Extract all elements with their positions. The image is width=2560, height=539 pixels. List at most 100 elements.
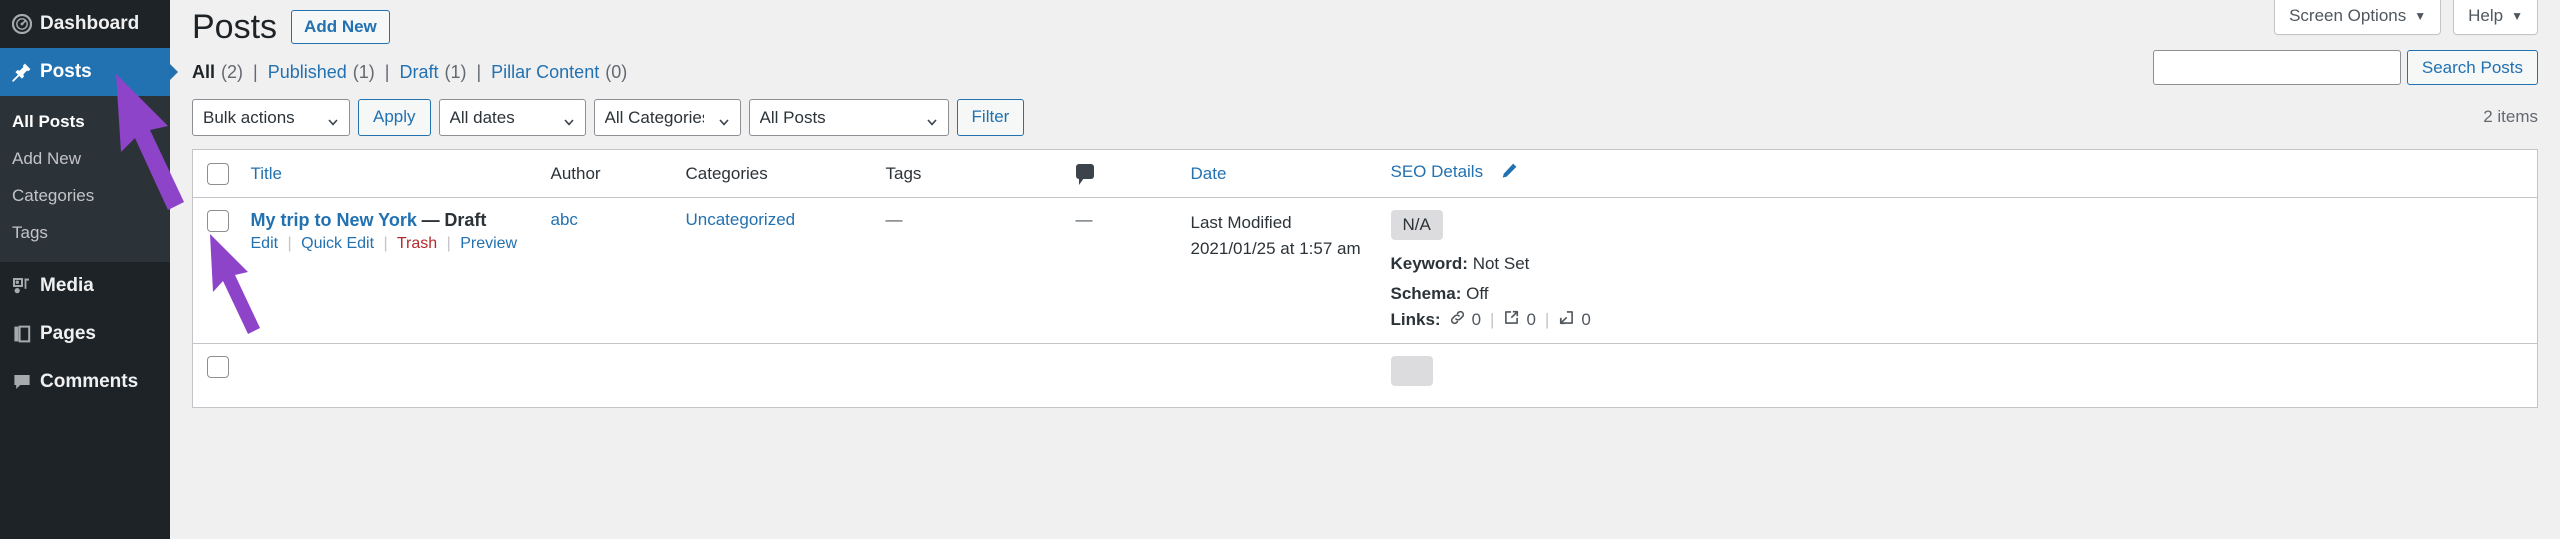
- row-tags-cell: —: [875, 197, 1066, 344]
- screen-meta-links: Screen Options ▼ Help ▼: [2274, 0, 2538, 35]
- screen-options-label: Screen Options: [2289, 6, 2407, 25]
- separator: |: [476, 62, 482, 82]
- select-all-checkbox[interactable]: [207, 162, 229, 185]
- row-tags-cell: [875, 343, 1066, 408]
- row-action-trash[interactable]: Trash: [397, 235, 437, 252]
- column-date: Date: [1180, 149, 1381, 198]
- separator: |: [384, 62, 390, 82]
- column-title-sort-link[interactable]: Title: [251, 164, 283, 183]
- page-header: Posts Add New: [192, 0, 2538, 48]
- status-link-count: (2): [221, 62, 244, 82]
- status-link-all: All (2) |: [192, 62, 268, 83]
- comments-icon: [12, 372, 40, 392]
- status-link-published: Published (1) |: [268, 62, 400, 83]
- post-type-filter-select[interactable]: All Posts: [748, 98, 949, 136]
- help-label: Help: [2468, 6, 2504, 25]
- inbound-links-stat: 0: [1558, 309, 1591, 331]
- status-link-label[interactable]: All: [192, 62, 215, 83]
- row-select-cell: [192, 197, 241, 344]
- status-link-pillar-content: Pillar Content (0): [491, 62, 627, 83]
- separator: |: [1490, 309, 1495, 329]
- chevron-down-icon: ▼: [2511, 9, 2523, 23]
- row-title-cell: My trip to New York — Draft Edit | Quick…: [240, 197, 541, 344]
- external-links-count: 0: [1526, 309, 1536, 329]
- status-link-label[interactable]: Pillar Content: [491, 62, 599, 83]
- sidebar-item-label: Pages: [40, 322, 96, 344]
- sidebar-item-dashboard[interactable]: Dashboard: [0, 0, 170, 48]
- column-date-sort-link[interactable]: Date: [1191, 164, 1227, 183]
- column-tags: Tags: [875, 149, 1066, 198]
- sidebar-item-media[interactable]: Media: [0, 262, 170, 310]
- row-action-preview[interactable]: Preview: [460, 235, 517, 252]
- add-new-button[interactable]: Add New: [291, 9, 390, 45]
- post-state: Draft: [444, 210, 487, 230]
- dashboard-icon: [12, 14, 40, 34]
- sidebar-item-label: Comments: [40, 370, 139, 392]
- seo-keyword-value: Not Set: [1472, 254, 1530, 273]
- row-categories-cell: Uncategorized: [675, 197, 876, 344]
- row-title-cell: [240, 343, 541, 408]
- date-filter-select[interactable]: All dates: [438, 98, 586, 136]
- row-action-edit[interactable]: Edit: [251, 235, 279, 252]
- status-link-count: (1): [444, 62, 467, 82]
- chevron-down-icon: ▼: [2414, 9, 2427, 23]
- main-content: Screen Options ▼ Help ▼ Posts Add New Al…: [116, 0, 2560, 539]
- seo-links-line: Links: 0 | 0 | 0: [1391, 309, 2528, 331]
- column-comments: [1065, 149, 1181, 198]
- admin-sidebar: Dashboard Posts All Posts Add New Catego…: [0, 0, 178, 539]
- internal-links-count: 0: [1471, 309, 1482, 329]
- table-row: [192, 343, 2538, 408]
- category-link[interactable]: Uncategorized: [686, 210, 796, 229]
- media-icon: [12, 276, 40, 296]
- row-checkbox[interactable]: [207, 355, 229, 378]
- link-chain-icon: [1449, 309, 1466, 331]
- date-value: 2021/01/25 at 1:57 am: [1190, 238, 1361, 258]
- bulk-actions-select[interactable]: Bulk actions: [192, 98, 350, 136]
- author-link[interactable]: abc: [551, 210, 578, 229]
- separator: |: [1544, 309, 1550, 329]
- status-link-draft: Draft (1) |: [399, 62, 491, 83]
- inbound-link-icon: [1558, 309, 1575, 331]
- screen-options-button[interactable]: Screen Options ▼: [2274, 0, 2442, 35]
- filter-button[interactable]: Filter: [956, 98, 1025, 136]
- sidebar-item-posts[interactable]: Posts: [0, 48, 178, 96]
- sidebar-item-label: Posts: [40, 61, 92, 82]
- sidebar-item-pages[interactable]: Pages: [0, 310, 170, 358]
- posts-table-body: My trip to New York — Draft Edit | Quick…: [192, 197, 2538, 408]
- category-filter-wrap: All Categories: [593, 98, 741, 136]
- column-categories: Categories: [675, 149, 876, 198]
- apply-button[interactable]: Apply: [358, 98, 431, 136]
- column-select-all: [192, 149, 241, 198]
- search-input[interactable]: [2152, 50, 2401, 85]
- submenu-item-add-new[interactable]: Add New: [0, 141, 170, 178]
- post-title-link[interactable]: My trip to New York: [251, 210, 417, 230]
- sidebar-item-comments[interactable]: Comments: [0, 358, 170, 406]
- posts-table: Title Author Categories Tags Date SEO De…: [192, 149, 2538, 408]
- seo-score-badge: N/A: [1390, 210, 1443, 240]
- category-filter-select[interactable]: All Categories: [593, 98, 741, 136]
- table-navigation-top: Bulk actions Apply All dates All Categor…: [192, 97, 2538, 137]
- posts-submenu: All Posts Add New Categories Tags: [0, 96, 170, 262]
- post-state-separator: —: [421, 210, 440, 230]
- search-posts-button[interactable]: Search Posts: [2406, 50, 2538, 85]
- submenu-item-all-posts[interactable]: All Posts: [0, 104, 170, 141]
- row-checkbox[interactable]: [207, 210, 229, 232]
- pencil-icon[interactable]: [1500, 162, 1518, 185]
- external-link-icon: [1503, 309, 1520, 331]
- status-link-label[interactable]: Draft: [399, 62, 438, 83]
- seo-links-label: Links:: [1390, 309, 1441, 329]
- column-title: Title: [240, 149, 541, 198]
- help-button[interactable]: Help ▼: [2453, 0, 2538, 35]
- row-comments-cell: —: [1065, 197, 1181, 344]
- row-categories-cell: [675, 343, 876, 408]
- row-action-quick-edit[interactable]: Quick Edit: [301, 235, 374, 252]
- submenu-item-categories[interactable]: Categories: [0, 178, 170, 215]
- row-comments-cell: [1065, 343, 1181, 408]
- separator: |: [383, 235, 388, 252]
- column-seo-details-link[interactable]: SEO Details: [1391, 162, 1484, 181]
- row-date-cell: Last Modified 2021/01/25 at 1:57 am: [1180, 197, 1381, 344]
- separator: |: [446, 235, 451, 252]
- status-link-label[interactable]: Published: [268, 62, 347, 83]
- comment-bubble-icon: [1075, 163, 1094, 185]
- submenu-item-tags[interactable]: Tags: [0, 215, 170, 252]
